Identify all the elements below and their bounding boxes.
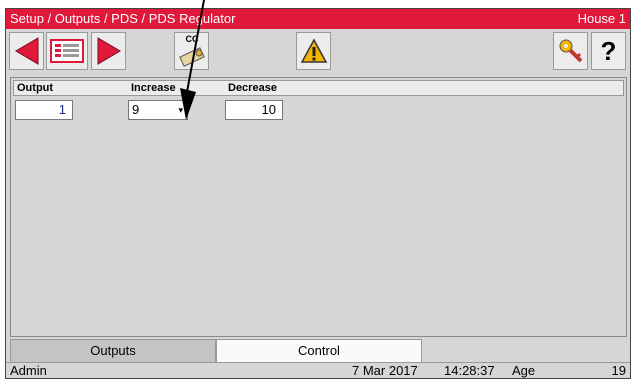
status-bar: Admin 7 Mar 2017 14:28:37 Age 19 xyxy=(6,362,630,378)
date-label: 7 Mar 2017 xyxy=(352,363,418,378)
title-bar: Setup / Outputs / PDS / PDS Regulator Ho… xyxy=(6,9,630,29)
key-icon xyxy=(559,39,582,63)
tab-bar: Outputs Control xyxy=(10,339,627,363)
key-button[interactable] xyxy=(553,32,588,70)
column-header-decrease: Decrease xyxy=(228,82,277,94)
house-label: House 1 xyxy=(577,11,626,26)
previous-button[interactable] xyxy=(9,32,44,70)
tab-control[interactable]: Control xyxy=(216,339,422,363)
chevron-down-icon: ▾ xyxy=(178,105,183,115)
user-label: Admin xyxy=(10,363,47,378)
next-button[interactable] xyxy=(91,32,126,70)
column-header-increase: Increase xyxy=(131,82,176,94)
output-number-field[interactable]: 1 xyxy=(15,100,73,120)
tab-outputs[interactable]: Outputs xyxy=(10,339,216,363)
report-icon xyxy=(50,39,84,63)
increase-value: 9 xyxy=(132,102,140,117)
age-value: 19 xyxy=(611,363,626,378)
column-header-output: Output xyxy=(17,82,54,94)
breadcrumb: Setup / Outputs / PDS / PDS Regulator xyxy=(10,11,236,26)
warning-button[interactable] xyxy=(296,32,331,70)
age-label: Age xyxy=(512,363,536,378)
outputs-table: Output Increase Decrease 1 9 ▾ 10 xyxy=(10,77,627,337)
screen: Setup / Outputs / PDS / PDS Regulator Ho… xyxy=(5,8,631,379)
toolbar: CC ? xyxy=(6,29,630,75)
arrow-right-icon xyxy=(97,37,121,65)
time-label: 14:28:37 xyxy=(444,363,495,378)
help-icon: ? xyxy=(600,35,617,66)
table-header: Output Increase Decrease xyxy=(13,80,624,96)
warning-icon xyxy=(300,38,327,63)
increase-select[interactable]: 9 ▾ xyxy=(128,100,188,120)
help-button[interactable]: ? xyxy=(591,32,626,70)
cc-key-icon: CC xyxy=(177,34,207,68)
arrow-left-icon xyxy=(14,37,38,65)
cc-label: CC xyxy=(185,34,199,44)
report-button[interactable] xyxy=(46,32,88,70)
cc-button[interactable]: CC xyxy=(174,32,209,70)
decrease-field[interactable]: 10 xyxy=(225,100,283,120)
